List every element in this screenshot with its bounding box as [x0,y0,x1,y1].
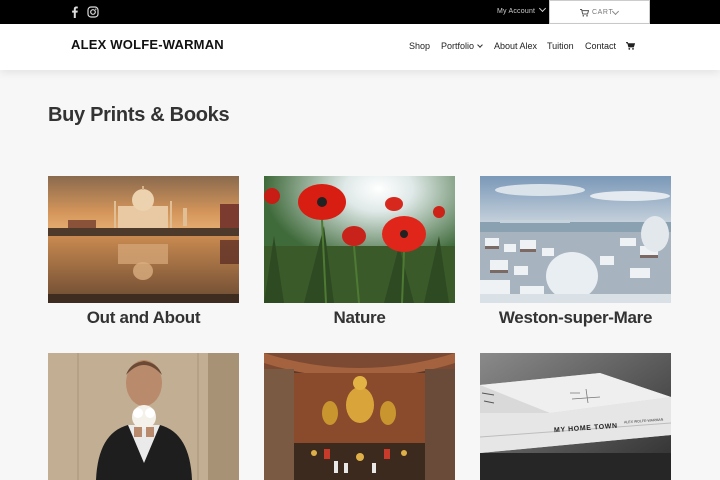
category-image-nature[interactable] [264,176,455,303]
nav-label: About Alex [494,41,538,51]
nav-label: Tuition [547,41,574,51]
chevron-down-icon [539,4,547,13]
facebook-icon[interactable] [69,6,81,18]
nav-label: Contact [585,41,617,51]
category-title[interactable]: Weston-super-Mare [480,308,671,328]
shopping-cart-icon[interactable] [626,42,635,50]
category-title[interactable]: Nature [264,308,455,328]
nav-label: Shop [409,41,431,51]
nav-tuition[interactable]: Tuition [547,24,574,70]
category-image-portrait[interactable] [48,353,239,480]
site-logo[interactable]: ALEX WOLFE-WARMAN [71,37,224,52]
instagram-icon[interactable] [87,6,99,18]
category-title[interactable]: Out and About [48,308,239,328]
page-title: Buy Prints & Books [48,104,230,126]
cart-label: CART [592,9,614,16]
my-account-menu[interactable]: My Account [497,0,547,24]
nav-portfolio[interactable]: Portfolio [441,24,483,70]
chevron-down-icon [477,42,483,48]
nav-about[interactable]: About Alex [494,24,537,70]
nav-label: Portfolio [441,41,475,51]
category-image-temple[interactable] [264,353,455,480]
category-image-out-and-about[interactable] [48,176,239,303]
nav-contact[interactable]: Contact [585,24,616,70]
top-bar: My Account CART [0,0,720,24]
my-account-label: My Account [497,8,536,15]
cart-button[interactable]: CART [549,0,650,24]
nav-shop[interactable]: Shop [409,24,430,70]
category-image-book[interactable]: MY HOME TOWN ALEX WOLFE-WARMAN [480,353,671,480]
site-header: ALEX WOLFE-WARMAN Shop Portfolio About A… [0,24,720,70]
category-image-weston-super-mare[interactable] [480,176,671,303]
cart-icon [580,9,589,17]
